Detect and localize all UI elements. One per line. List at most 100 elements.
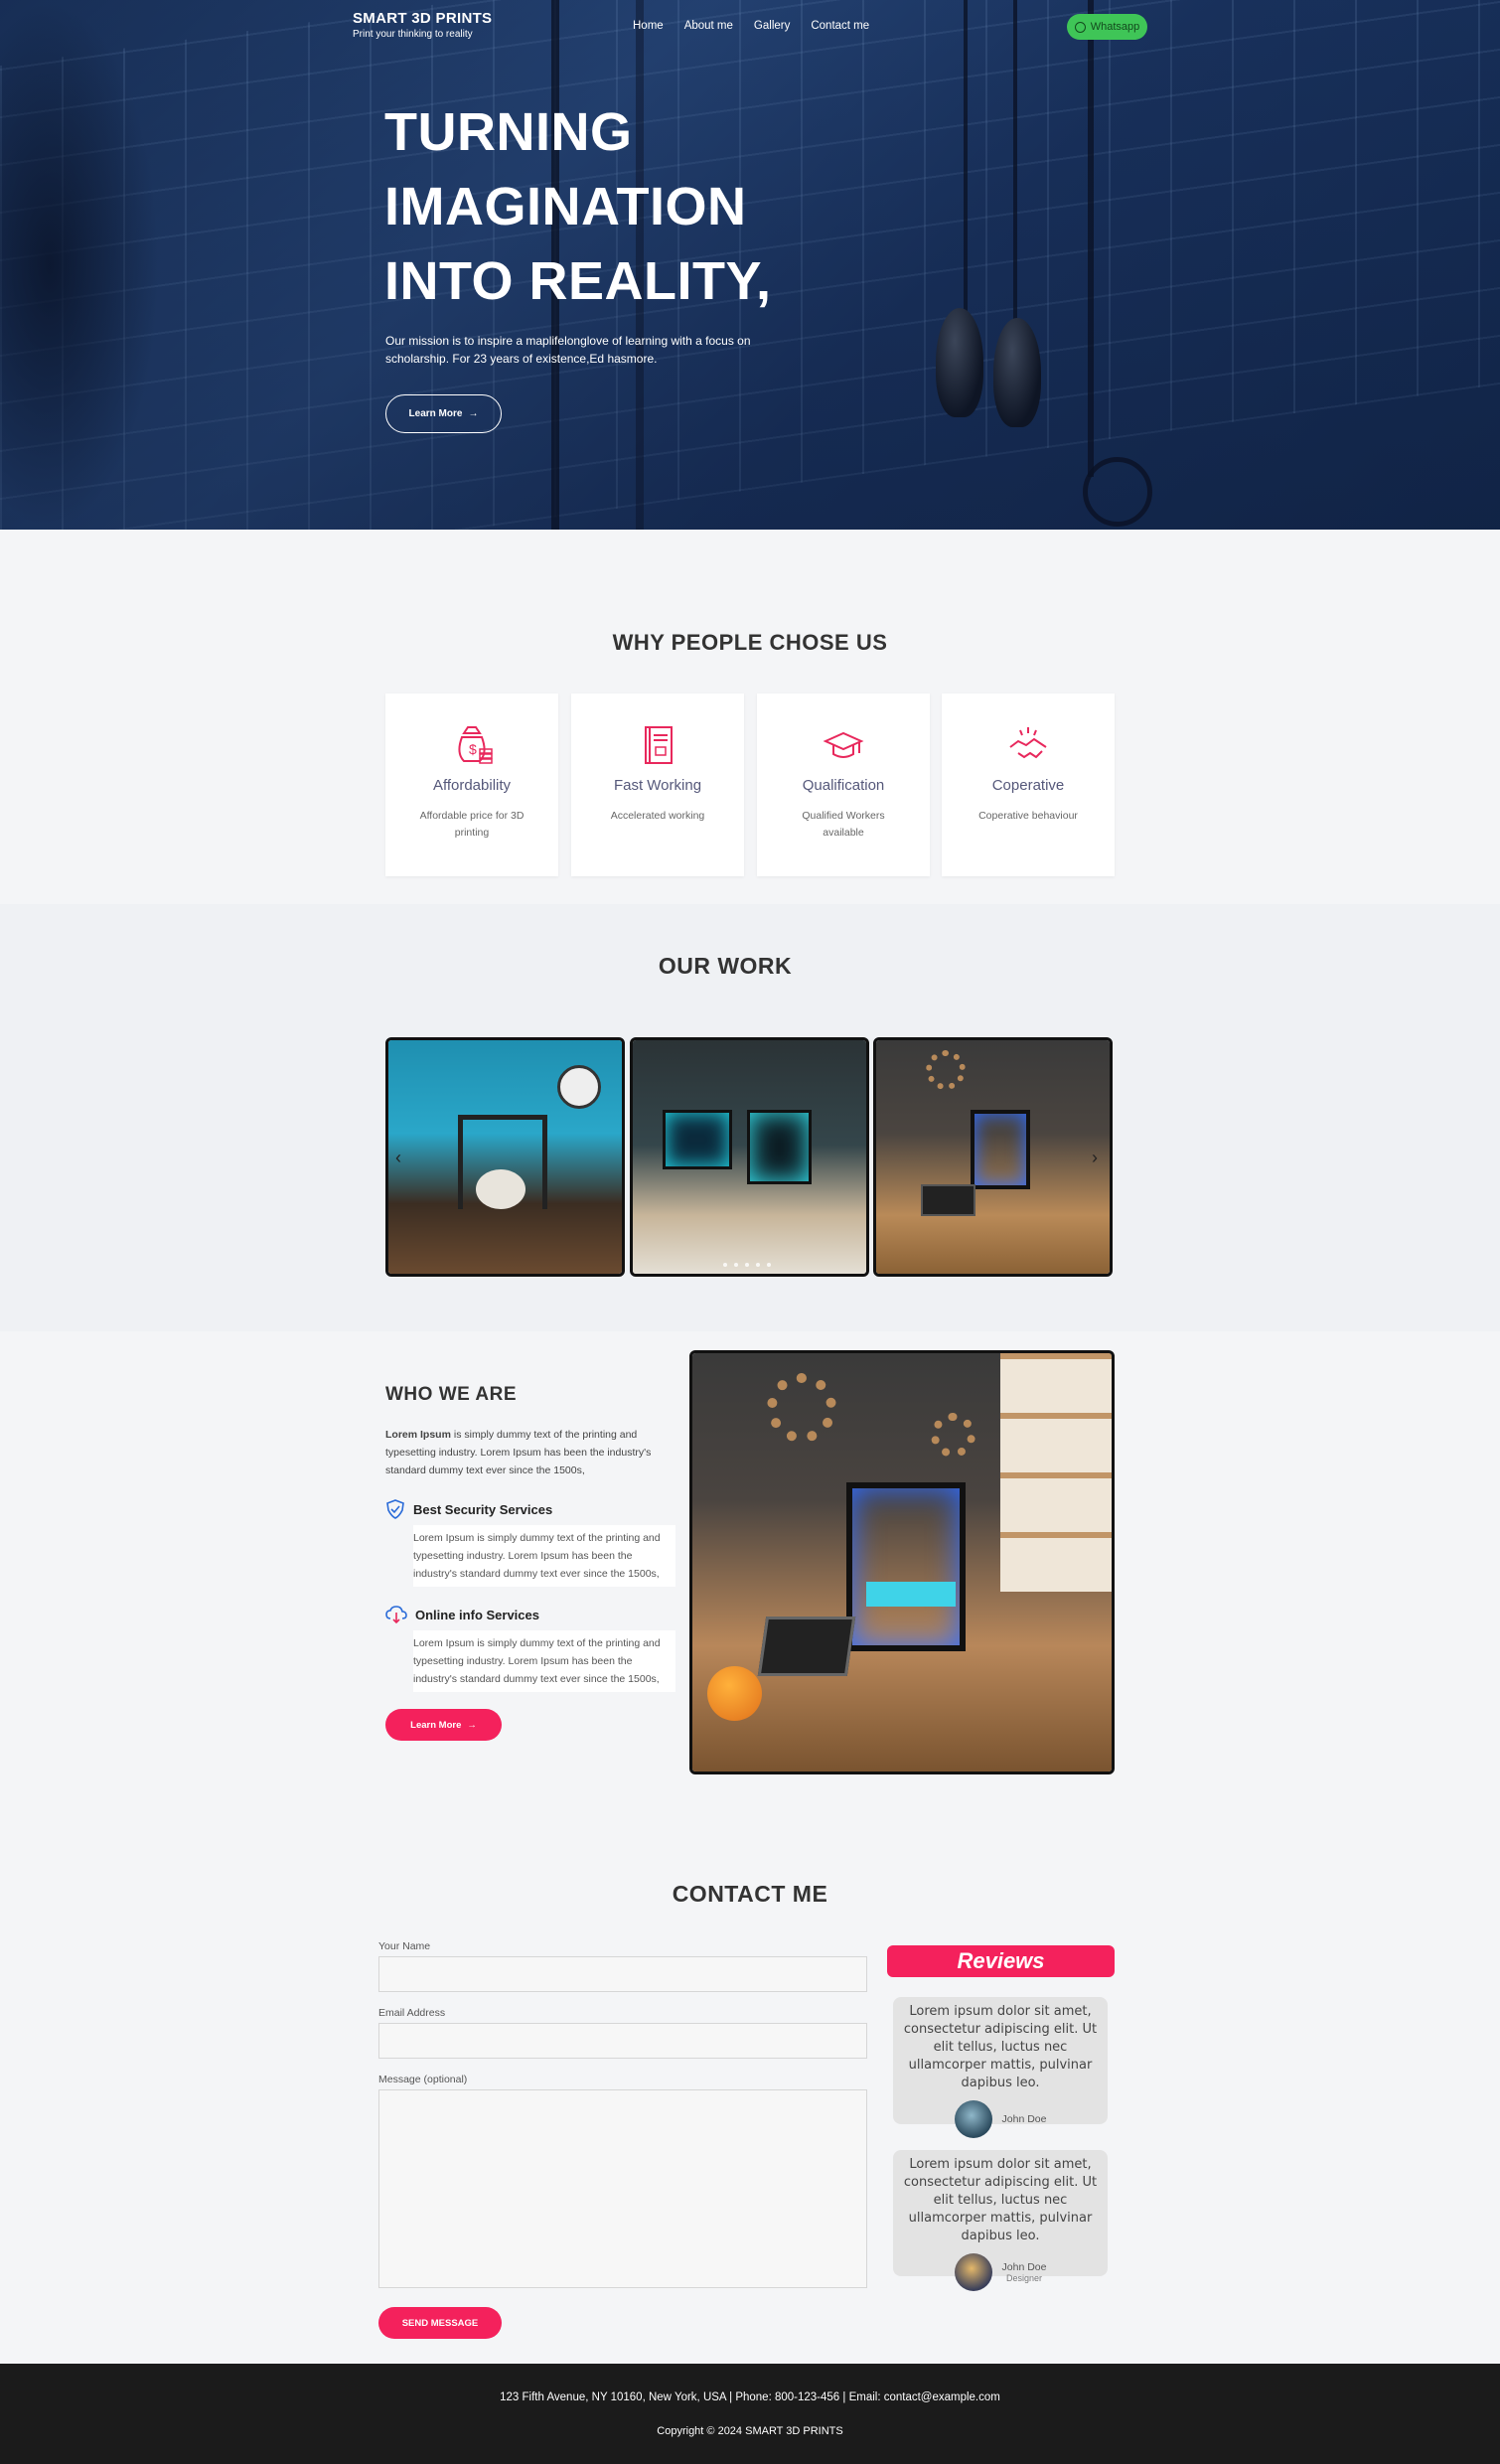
service-text: Lorem Ipsum is simply dummy text of the …: [413, 1630, 675, 1692]
feature-card: Qualification Qualified Workers availabl…: [757, 693, 930, 876]
feature-card: Fast Working Accelerated working: [571, 693, 744, 876]
teddy-bear: [476, 1169, 525, 1209]
who-intro: Lorem Ipsum is simply dummy text of the …: [385, 1426, 664, 1479]
feature-title: Fast Working: [613, 777, 702, 794]
money-bag-icon: $: [458, 726, 493, 764]
feature-title: Qualification: [802, 777, 885, 794]
name-input[interactable]: [378, 1956, 867, 1992]
email-label: Email Address: [378, 2007, 446, 2019]
nav-home[interactable]: Home: [633, 20, 664, 32]
carousel-dot[interactable]: [734, 1263, 738, 1267]
svg-text:$: $: [469, 741, 477, 757]
brand-name[interactable]: SMART 3D PRINTS: [353, 10, 492, 27]
review-text: Lorem ipsum dolor sit amet, consectetur …: [903, 2004, 1098, 2090]
message-textarea[interactable]: [378, 2089, 867, 2288]
printer-frame: [747, 1110, 812, 1184]
avatar: [954, 2253, 992, 2291]
nav-about[interactable]: About me: [684, 20, 733, 32]
reviews-title: Reviews: [887, 1945, 1115, 1977]
carousel-dot[interactable]: [756, 1263, 760, 1267]
feature-desc: Affordable price for 3D printing: [419, 810, 525, 839]
gallery-slide[interactable]: [873, 1037, 1113, 1277]
brand[interactable]: SMART 3D PRINTS Print your thinking to r…: [353, 10, 492, 40]
chevron-right-icon[interactable]: ›: [1092, 1148, 1098, 1168]
gear-decor: [931, 1413, 975, 1458]
service-text: Lorem Ipsum is simply dummy text of the …: [413, 1525, 675, 1587]
wall-clock: [557, 1065, 601, 1109]
laptop: [757, 1617, 856, 1676]
service-title: Online info Services: [415, 1607, 539, 1622]
handshake-icon: [1009, 727, 1047, 759]
who-image: [689, 1350, 1115, 1774]
main-nav: Home About me Gallery Contact me: [633, 20, 869, 32]
review-card: Lorem ipsum dolor sit amet, consectetur …: [893, 2150, 1108, 2291]
feature-card: $ Affordability Affordable price for 3D …: [385, 693, 558, 876]
arrow-right-icon: →: [467, 1719, 477, 1731]
cloud-download-icon: [385, 1606, 407, 1624]
send-message-button[interactable]: SEND MESSAGE: [378, 2307, 502, 2339]
why-title: WHY PEOPLE CHOSE US: [612, 630, 888, 655]
orange: [707, 1666, 762, 1721]
carousel-dots: [723, 1263, 771, 1267]
contact-title: CONTACT ME: [672, 1881, 828, 1907]
hero-text: Our mission is to inspire a maplifelongl…: [385, 334, 751, 366]
footer: 123 Fifth Avenue, NY 10160, New York, US…: [0, 2364, 1500, 2464]
carousel-dot[interactable]: [745, 1263, 749, 1267]
whatsapp-button[interactable]: Whatsapp: [1067, 14, 1147, 40]
nav-gallery[interactable]: Gallery: [754, 20, 790, 32]
graduation-cap-icon: [823, 731, 864, 758]
work-title: OUR WORK: [658, 953, 793, 979]
printer-frame: [846, 1482, 966, 1651]
laptop: [921, 1184, 975, 1216]
service-item: Online info Services Lorem Ipsum is simp…: [385, 1605, 675, 1692]
carousel-dot[interactable]: [767, 1263, 771, 1267]
gear-decor: [926, 1050, 966, 1090]
hero-title-line: INTO REALITY,: [384, 251, 772, 311]
review-text: Lorem ipsum dolor sit amet, consectetur …: [903, 2157, 1098, 2243]
who-learn-more-label: Learn More: [410, 1719, 462, 1731]
print-bed: [866, 1582, 956, 1607]
hero-title-line: IMAGINATION: [384, 177, 747, 236]
avatar: [954, 2100, 992, 2138]
bookshelf: [1000, 1353, 1112, 1592]
carousel-dot[interactable]: [723, 1263, 727, 1267]
chevron-left-icon[interactable]: ‹: [395, 1148, 401, 1168]
name-label: Your Name: [378, 1940, 431, 1952]
brand-tagline: Print your thinking to reality: [353, 29, 473, 40]
shield-icon: [386, 1499, 404, 1519]
email-input[interactable]: [378, 2023, 867, 2059]
hero-learn-more-label: Learn More: [408, 408, 463, 419]
gallery-slide[interactable]: [385, 1037, 625, 1277]
whatsapp-label: Whatsapp: [1090, 21, 1140, 33]
reviewer-role: Designer: [1005, 2273, 1042, 2283]
whatsapp-icon: [1074, 21, 1086, 33]
feature-card: Coperative Coperative behaviour: [942, 693, 1115, 876]
feature-desc: Coperative behaviour: [978, 810, 1078, 822]
book-icon: [645, 726, 673, 764]
monitor: [663, 1110, 732, 1169]
hero-learn-more-button[interactable]: Learn More →: [385, 394, 502, 433]
who-intro-bold: Lorem Ipsum: [385, 1429, 451, 1441]
footer-copyright: Copyright © 2024 SMART 3D PRINTS: [657, 2425, 843, 2437]
hero-title: TURNING IMAGINATION INTO REALITY,: [384, 95, 841, 319]
review-card: Lorem ipsum dolor sit amet, consectetur …: [893, 1997, 1108, 2138]
hero-section: SMART 3D PRINTS Print your thinking to r…: [0, 0, 1500, 530]
nav-contact[interactable]: Contact me: [811, 20, 869, 32]
service-item: Best Security Services Lorem Ipsum is si…: [385, 1499, 675, 1587]
feature-title: Affordability: [432, 777, 512, 794]
printer-frame: [971, 1110, 1030, 1189]
service-title: Best Security Services: [413, 1501, 553, 1517]
who-title: WHO WE ARE: [385, 1384, 518, 1405]
gear-decor: [767, 1373, 836, 1443]
feature-desc: Qualified Workers available: [802, 810, 885, 839]
feature-title: Coperative: [991, 777, 1065, 794]
who-learn-more-button[interactable]: Learn More →: [385, 1709, 502, 1741]
reviewer-name: John Doe: [1001, 2261, 1047, 2273]
arrow-right-icon: →: [468, 408, 479, 419]
message-label: Message (optional): [378, 2074, 468, 2085]
feature-desc: Accelerated working: [610, 810, 705, 822]
reviewer-name: John Doe: [1001, 2113, 1047, 2125]
footer-address: 123 Fifth Avenue, NY 10160, New York, US…: [500, 2391, 1000, 2403]
gallery-slide[interactable]: [630, 1037, 869, 1277]
hero-title-line: TURNING: [384, 102, 633, 162]
